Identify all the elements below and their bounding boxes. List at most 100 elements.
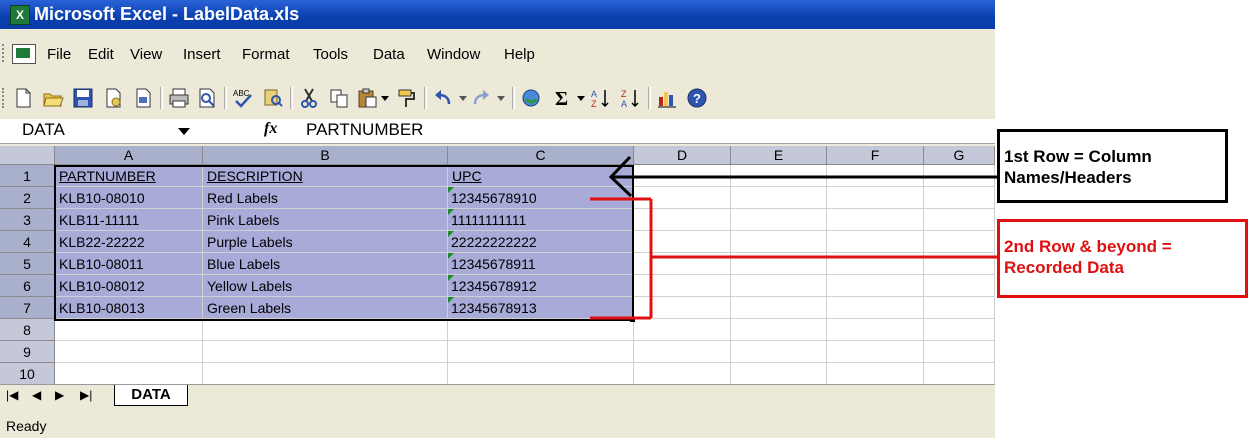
menu-file[interactable]: File — [47, 46, 71, 63]
empty-cell[interactable] — [731, 253, 827, 275]
empty-cell[interactable] — [827, 275, 924, 297]
redo-icon[interactable] — [470, 87, 492, 109]
empty-cell[interactable] — [924, 275, 995, 297]
first-sheet-icon[interactable]: |◀ — [6, 388, 18, 402]
header-cell[interactable]: UPC — [448, 165, 634, 187]
data-cell[interactable]: 11111111111 — [448, 209, 634, 231]
empty-cell[interactable] — [634, 341, 731, 363]
empty-cell[interactable] — [827, 297, 924, 319]
number-as-text-marker-icon[interactable] — [448, 231, 454, 237]
empty-cell[interactable] — [731, 165, 827, 187]
workbook-icon[interactable] — [12, 44, 36, 64]
fill-handle[interactable] — [630, 317, 635, 322]
menu-window[interactable]: Window — [427, 46, 480, 63]
row-header[interactable]: 3 — [0, 209, 55, 231]
data-cell[interactable]: Yellow Labels — [203, 275, 448, 297]
empty-cell[interactable] — [448, 319, 634, 341]
empty-cell[interactable] — [203, 341, 448, 363]
empty-cell[interactable] — [203, 363, 448, 385]
row-header[interactable]: 7 — [0, 297, 55, 319]
empty-cell[interactable] — [827, 253, 924, 275]
empty-cell[interactable] — [634, 253, 731, 275]
empty-cell[interactable] — [731, 297, 827, 319]
last-sheet-icon[interactable]: ▶| — [80, 388, 92, 402]
hyperlink-icon[interactable] — [520, 87, 542, 109]
header-cell[interactable]: PARTNUMBER — [55, 165, 203, 187]
empty-cell[interactable] — [634, 363, 731, 385]
row-header[interactable]: 4 — [0, 231, 55, 253]
menu-insert[interactable]: Insert — [183, 46, 221, 63]
data-cell[interactable]: 22222222222 — [448, 231, 634, 253]
data-cell[interactable]: KLB11-11111 — [55, 209, 203, 231]
paste-icon[interactable] — [356, 87, 378, 109]
row-header[interactable]: 2 — [0, 187, 55, 209]
menu-view[interactable]: View — [130, 46, 162, 63]
next-sheet-icon[interactable]: ▶ — [55, 388, 64, 402]
empty-cell[interactable] — [634, 231, 731, 253]
data-cell[interactable]: Red Labels — [203, 187, 448, 209]
data-cell[interactable]: Blue Labels — [203, 253, 448, 275]
column-header-a[interactable]: A — [55, 146, 203, 165]
column-header-f[interactable]: F — [827, 146, 924, 165]
empty-cell[interactable] — [731, 341, 827, 363]
sheet-tab-data[interactable]: DATA — [114, 385, 188, 406]
empty-cell[interactable] — [924, 209, 995, 231]
empty-cell[interactable] — [731, 275, 827, 297]
data-cell[interactable]: KLB10-08011 — [55, 253, 203, 275]
empty-cell[interactable] — [731, 319, 827, 341]
row-header[interactable]: 9 — [0, 341, 55, 363]
data-cell[interactable]: 12345678911 — [448, 253, 634, 275]
empty-cell[interactable] — [924, 253, 995, 275]
insert-function-icon[interactable]: fx — [264, 120, 277, 138]
spelling-icon[interactable]: ABC — [232, 87, 254, 109]
empty-cell[interactable] — [827, 341, 924, 363]
empty-cell[interactable] — [55, 363, 203, 385]
empty-cell[interactable] — [731, 209, 827, 231]
print-preview-icon[interactable] — [132, 87, 154, 109]
name-box[interactable]: DATA — [22, 120, 65, 140]
empty-cell[interactable] — [448, 363, 634, 385]
sort-descending-icon[interactable]: ZA — [620, 87, 642, 109]
menu-help[interactable]: Help — [504, 46, 535, 63]
number-as-text-marker-icon[interactable] — [448, 275, 454, 281]
empty-cell[interactable] — [924, 341, 995, 363]
menu-data[interactable]: Data — [373, 46, 405, 63]
column-header-e[interactable]: E — [731, 146, 827, 165]
print-icon[interactable] — [168, 87, 190, 109]
empty-cell[interactable] — [924, 231, 995, 253]
help-icon[interactable]: ? — [686, 87, 708, 109]
chevron-down-icon[interactable] — [496, 87, 506, 109]
menu-edit[interactable]: Edit — [88, 46, 114, 63]
formula-input[interactable]: PARTNUMBER — [306, 120, 423, 140]
research-icon[interactable] — [262, 87, 284, 109]
sort-ascending-icon[interactable]: AZ — [590, 87, 612, 109]
empty-cell[interactable] — [827, 231, 924, 253]
select-all-corner[interactable] — [0, 146, 55, 165]
row-header[interactable]: 5 — [0, 253, 55, 275]
data-cell[interactable]: KLB10-08012 — [55, 275, 203, 297]
name-box-dropdown-icon[interactable] — [178, 128, 190, 135]
chevron-down-icon[interactable] — [458, 87, 468, 109]
new-icon[interactable] — [12, 87, 34, 109]
autosum-icon[interactable]: Σ — [552, 87, 574, 109]
cut-icon[interactable] — [298, 87, 320, 109]
row-header[interactable]: 1 — [0, 165, 55, 187]
toolbar-grip[interactable] — [2, 88, 8, 108]
empty-cell[interactable] — [924, 165, 995, 187]
empty-cell[interactable] — [924, 319, 995, 341]
undo-icon[interactable] — [432, 87, 454, 109]
save-icon[interactable] — [72, 87, 94, 109]
data-cell[interactable]: KLB22-22222 — [55, 231, 203, 253]
data-cell[interactable]: Pink Labels — [203, 209, 448, 231]
empty-cell[interactable] — [924, 297, 995, 319]
empty-cell[interactable] — [203, 319, 448, 341]
empty-cell[interactable] — [827, 319, 924, 341]
number-as-text-marker-icon[interactable] — [448, 297, 454, 303]
empty-cell[interactable] — [924, 363, 995, 385]
column-header-g[interactable]: G — [924, 146, 995, 165]
preview-icon[interactable] — [196, 87, 218, 109]
number-as-text-marker-icon[interactable] — [448, 209, 454, 215]
empty-cell[interactable] — [731, 363, 827, 385]
row-header[interactable]: 6 — [0, 275, 55, 297]
data-cell[interactable]: Purple Labels — [203, 231, 448, 253]
